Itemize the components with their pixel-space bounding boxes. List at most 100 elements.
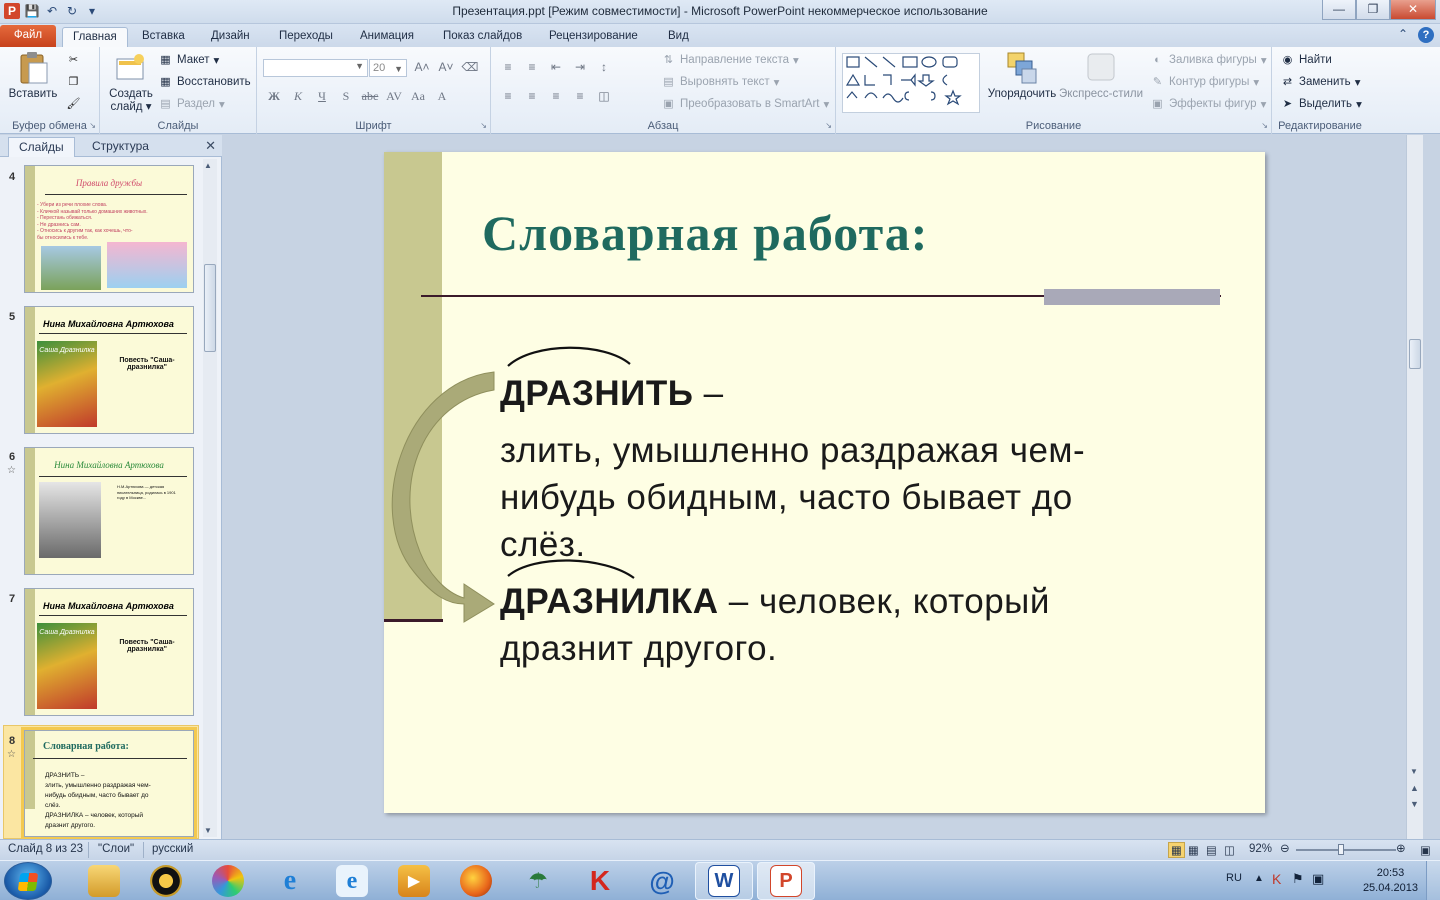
- align-left-icon[interactable]: ≡: [497, 89, 519, 103]
- tab-design[interactable]: Дизайн: [201, 27, 260, 47]
- antivirus-tray-icon[interactable]: K: [1272, 871, 1281, 887]
- format-painter-icon[interactable]: 🖌: [66, 97, 81, 111]
- smartart-button[interactable]: ▣ Преобразовать в SmartArt ▾: [661, 95, 829, 113]
- bullets-icon[interactable]: ≡: [497, 60, 519, 74]
- shape-outline-button[interactable]: ✎ Контур фигуры ▾: [1150, 73, 1259, 91]
- italic-icon[interactable]: К: [287, 89, 309, 104]
- text-direction-button[interactable]: ⇅ Направление текста ▾: [661, 51, 799, 69]
- select-button[interactable]: ➤ Выделить ▾: [1280, 95, 1362, 113]
- action-center-flag-icon[interactable]: ⚑: [1292, 871, 1304, 887]
- show-desktop-button[interactable]: [1426, 861, 1440, 900]
- find-button[interactable]: ◉ Найти: [1280, 51, 1332, 69]
- arrange-button[interactable]: Упорядочить: [986, 51, 1058, 101]
- drawing-launcher-icon[interactable]: ↘: [1261, 121, 1268, 130]
- tab-slideshow[interactable]: Показ слайдов: [433, 27, 532, 47]
- clipboard-launcher-icon[interactable]: ↘: [89, 121, 96, 130]
- font-launcher-icon[interactable]: ↘: [480, 121, 487, 130]
- tab-insert[interactable]: Вставка: [132, 27, 195, 47]
- start-button[interactable]: [4, 862, 52, 900]
- slide-thumbnail-5[interactable]: Нина Михайловна Артюхова Саша Дразнилка …: [24, 306, 194, 434]
- shadow-icon[interactable]: S: [335, 89, 357, 104]
- network-icon[interactable]: ☂: [522, 865, 554, 897]
- tab-review[interactable]: Рецензирование: [539, 27, 648, 47]
- scrollbar-thumb[interactable]: [1409, 339, 1421, 369]
- grow-font-icon[interactable]: A˄: [411, 60, 433, 74]
- spacing-icon[interactable]: AV: [383, 89, 405, 104]
- internet-explorer-icon[interactable]: e: [274, 865, 306, 897]
- ie-window-icon[interactable]: e: [336, 865, 368, 897]
- align-right-icon[interactable]: ≡: [545, 89, 567, 103]
- quick-styles-button[interactable]: Экспресс-стили: [1058, 51, 1144, 101]
- line-spacing-icon[interactable]: ↕: [593, 60, 615, 74]
- new-slide-button[interactable]: Создать слайд ▾: [106, 51, 156, 114]
- strikethrough-icon[interactable]: abc: [359, 89, 381, 104]
- tab-view[interactable]: Вид: [658, 27, 699, 47]
- tab-transitions[interactable]: Переходы: [269, 27, 343, 47]
- bold-icon[interactable]: Ж: [263, 89, 285, 104]
- font-color-icon[interactable]: A: [431, 89, 453, 104]
- slide-sorter-icon[interactable]: ▦: [1188, 843, 1199, 857]
- align-text-button[interactable]: ▤ Выровнять текст ▾: [661, 73, 779, 91]
- tab-home[interactable]: Главная: [62, 27, 128, 47]
- show-hidden-icons-icon[interactable]: ▲: [1254, 873, 1264, 884]
- layout-button[interactable]: ▦ Макет ▾: [158, 51, 219, 69]
- current-slide[interactable]: Словарная работа: ДРАЗНИТЬ – злить, умыш…: [384, 152, 1265, 813]
- help-icon[interactable]: ?: [1418, 27, 1434, 43]
- editor-scrollbar[interactable]: ▼ ▲ ▼: [1406, 135, 1423, 839]
- replace-button[interactable]: ⇄ Заменить ▾: [1280, 73, 1361, 91]
- shrink-font-icon[interactable]: A˅: [435, 60, 457, 74]
- zoom-level[interactable]: 92%: [1249, 843, 1272, 855]
- thumbnails-scrollbar[interactable]: ▲ ▼: [203, 159, 217, 837]
- slide-body-text[interactable]: ДРАЗНИТЬ – злить, умышленно раздражая че…: [500, 370, 1180, 672]
- media-player-icon[interactable]: [150, 865, 182, 897]
- reset-button[interactable]: ▦ Восстановить: [158, 73, 250, 91]
- minimize-ribbon-icon[interactable]: ⌃: [1398, 27, 1408, 43]
- justify-icon[interactable]: ≡: [569, 89, 591, 103]
- tab-animation[interactable]: Анимация: [350, 27, 424, 47]
- slideshow-view-icon[interactable]: ◫: [1224, 843, 1235, 857]
- underline-icon[interactable]: Ч: [311, 89, 333, 104]
- close-button[interactable]: ✕: [1390, 0, 1436, 20]
- language-indicator[interactable]: русский: [152, 843, 193, 855]
- clear-formatting-icon[interactable]: ⌫: [459, 60, 481, 74]
- tab-file[interactable]: Файл: [0, 25, 56, 47]
- shape-effects-button[interactable]: ▣ Эффекты фигур ▾: [1150, 95, 1266, 113]
- normal-view-icon[interactable]: ▦: [1168, 842, 1185, 858]
- zoom-slider[interactable]: [1296, 849, 1396, 851]
- tab-outline[interactable]: Структура: [82, 137, 159, 157]
- paint-icon[interactable]: [212, 865, 244, 897]
- theme-name[interactable]: "Слои": [98, 843, 134, 855]
- paste-button[interactable]: Вставить: [6, 51, 60, 101]
- mail-icon[interactable]: @: [646, 865, 678, 897]
- slide-thumbnail-7[interactable]: Нина Михайловна Артюхова Саша Дразнилка …: [24, 588, 194, 716]
- decrease-indent-icon[interactable]: ⇤: [545, 60, 567, 74]
- slide-thumbnail-4[interactable]: Правила дружбы - Убери из речи плохие сл…: [24, 165, 194, 293]
- clock[interactable]: 20:53 25.04.2013: [1363, 866, 1418, 896]
- paragraph-launcher-icon[interactable]: ↘: [825, 121, 832, 130]
- network-tray-icon[interactable]: ▣: [1312, 871, 1324, 887]
- tab-slides[interactable]: Слайды: [8, 137, 75, 157]
- zoom-out-icon[interactable]: ⊖: [1280, 841, 1290, 855]
- close-pane-icon[interactable]: ✕: [205, 138, 216, 154]
- scroll-down-icon[interactable]: ▼: [204, 826, 212, 835]
- firefox-icon[interactable]: [460, 865, 492, 897]
- shapes-gallery[interactable]: [842, 53, 980, 113]
- increase-indent-icon[interactable]: ⇥: [569, 60, 591, 74]
- zoom-slider-handle[interactable]: [1338, 844, 1344, 855]
- slide-thumbnail-8[interactable]: Словарная работа: ДРАЗНИТЬ – злить, умыш…: [21, 727, 197, 840]
- change-case-icon[interactable]: Aa: [407, 89, 429, 104]
- scrollbar-thumb[interactable]: [204, 264, 216, 352]
- fit-to-window-icon[interactable]: ▣: [1420, 843, 1431, 857]
- section-button[interactable]: ▤ Раздел ▾: [158, 95, 225, 113]
- scroll-up-icon[interactable]: ▲: [204, 161, 212, 170]
- zoom-in-icon[interactable]: ⊕: [1396, 841, 1406, 855]
- cut-icon[interactable]: ✂: [66, 53, 81, 67]
- align-center-icon[interactable]: ≡: [521, 89, 543, 103]
- columns-icon[interactable]: ◫: [593, 89, 615, 103]
- next-slide-icon[interactable]: ▼: [1410, 799, 1419, 809]
- numbering-icon[interactable]: ≡: [521, 60, 543, 74]
- font-size-combo[interactable]: 20 ▼: [369, 59, 407, 77]
- video-player-icon[interactable]: ▶: [398, 865, 430, 897]
- font-name-combo[interactable]: ▼: [263, 59, 368, 77]
- copy-icon[interactable]: ❐: [66, 75, 81, 89]
